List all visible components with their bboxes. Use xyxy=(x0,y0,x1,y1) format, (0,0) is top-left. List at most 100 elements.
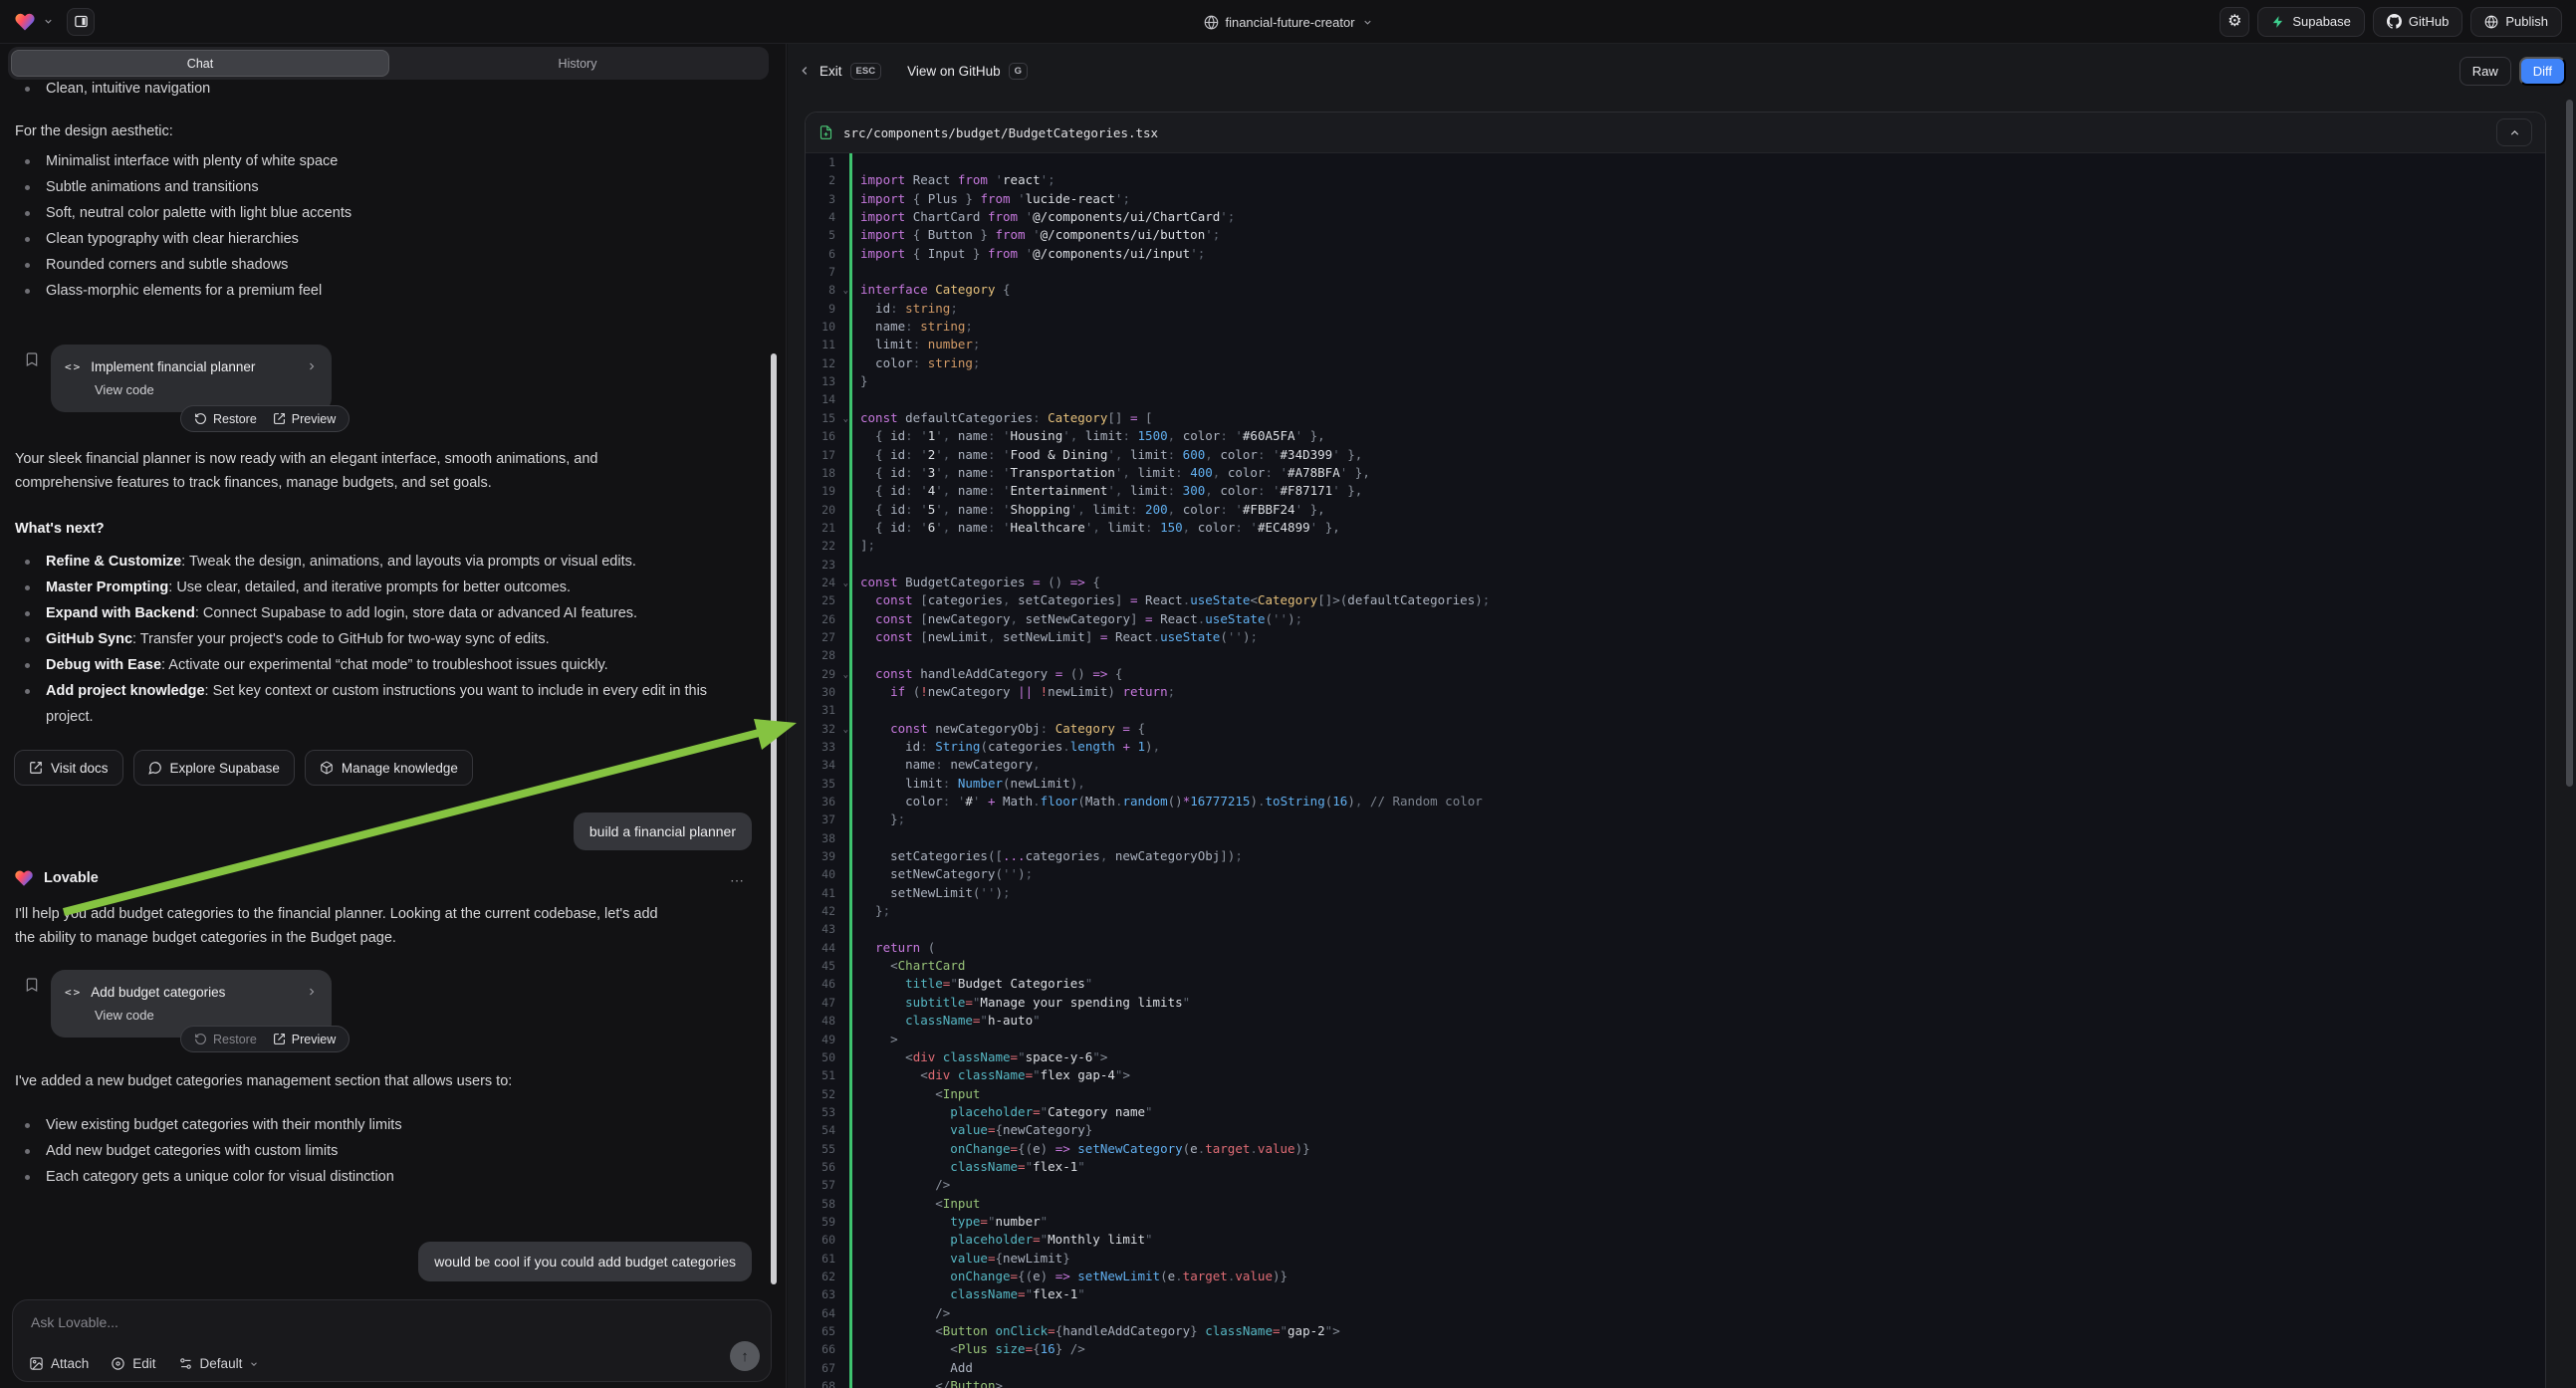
view-code-link[interactable]: View code xyxy=(95,382,318,397)
code-icon: <> xyxy=(65,360,82,373)
code-line: 59 type="number" xyxy=(806,1213,2545,1231)
list-item: Expand with Backend: Connect Supabase to… xyxy=(15,600,747,626)
composer: Attach Edit Default ↑ xyxy=(12,1299,772,1382)
restore-button[interactable]: Restore xyxy=(194,412,257,426)
fold-chevron-icon[interactable]: ⌄ xyxy=(843,282,848,300)
code-line: 32⌄ const newCategoryObj: Category = { xyxy=(806,720,2545,738)
code-line: 41 setNewLimit(''); xyxy=(806,884,2545,902)
github-button[interactable]: GitHub xyxy=(2373,7,2462,37)
gear-icon: ⚙ xyxy=(2227,14,2241,30)
code-line: 48 className="h-auto" xyxy=(806,1012,2545,1030)
tab-history[interactable]: History xyxy=(389,50,766,77)
code-line: 55 onChange={(e) => setNewCategory(e.tar… xyxy=(806,1140,2545,1158)
code-line: 45 <ChartCard xyxy=(806,957,2545,975)
code-line: 28 xyxy=(806,646,2545,664)
version-card-title: Add budget categories xyxy=(91,985,225,1000)
code-line: 34 name: newCategory, xyxy=(806,756,2545,774)
list-item: GitHub Sync: Transfer your project's cod… xyxy=(15,626,747,652)
package-icon xyxy=(320,761,334,775)
diff-button[interactable]: Diff xyxy=(2519,57,2566,86)
code-line: 10 name: string; xyxy=(806,318,2545,336)
fold-chevron-icon[interactable]: ⌄ xyxy=(843,575,848,592)
list-item: Add new budget categories with custom li… xyxy=(15,1138,752,1164)
code-line: 9 id: string; xyxy=(806,300,2545,318)
code-line: 50 <div className="space-y-6"> xyxy=(806,1048,2545,1066)
edit-mode-button[interactable]: Edit xyxy=(111,1356,155,1371)
code-line: 60 placeholder="Monthly limit" xyxy=(806,1231,2545,1249)
file-path: src/components/budget/BudgetCategories.t… xyxy=(843,125,1158,140)
chevron-right-icon xyxy=(306,360,318,372)
attach-button[interactable]: Attach xyxy=(29,1356,89,1371)
assistant-header: Lovable xyxy=(14,868,99,888)
view-code-link[interactable]: View code xyxy=(95,1008,318,1023)
chat-scrollbar[interactable] xyxy=(771,353,777,1284)
version-actions: Restore Preview xyxy=(180,1026,350,1052)
code-line: 38 xyxy=(806,829,2545,847)
code-line: 40 setNewCategory(''); xyxy=(806,865,2545,883)
code-line: 1 xyxy=(806,153,2545,171)
explore-supabase-button[interactable]: Explore Supabase xyxy=(133,750,295,786)
view-on-github-button[interactable]: View on GitHub G xyxy=(907,63,1028,80)
file-header[interactable]: src/components/budget/BudgetCategories.t… xyxy=(806,113,2545,153)
code-line: 56 className="flex-1" xyxy=(806,1158,2545,1176)
restore-button[interactable]: Restore xyxy=(194,1033,257,1046)
version-card-implement-planner[interactable]: <> Implement financial planner View code xyxy=(51,345,332,412)
assistant-paragraph: I'll help you add budget categories to t… xyxy=(15,902,777,950)
external-link-icon xyxy=(273,1033,286,1045)
chat-messages: Clean, intuitive navigation For the desi… xyxy=(0,80,786,1293)
supabase-bolt-icon xyxy=(2271,15,2285,29)
code-panel: Exit ESC View on GitHub G Raw Diff src/c… xyxy=(788,44,2576,1388)
code-scrollbar[interactable] xyxy=(2566,100,2573,787)
chat-bubble-icon xyxy=(148,761,162,775)
raw-button[interactable]: Raw xyxy=(2459,57,2511,86)
workspace-chevron-down-icon[interactable] xyxy=(43,16,54,27)
publish-button[interactable]: Publish xyxy=(2470,7,2562,37)
code-line: 42 }; xyxy=(806,902,2545,920)
message-more-button[interactable]: ⋯ xyxy=(730,872,746,889)
target-icon xyxy=(111,1356,125,1371)
manage-knowledge-button[interactable]: Manage knowledge xyxy=(305,750,473,786)
code-line: 19 { id: '4', name: 'Entertainment', lim… xyxy=(806,482,2545,500)
composer-toolbar: Attach Edit Default xyxy=(29,1356,259,1371)
fold-chevron-icon[interactable]: ⌄ xyxy=(843,721,848,739)
bookmark-icon[interactable] xyxy=(24,350,40,368)
code-line: 65 <Button onClick={handleAddCategory} c… xyxy=(806,1322,2545,1340)
preview-button[interactable]: Preview xyxy=(273,412,336,426)
fold-chevron-icon[interactable]: ⌄ xyxy=(843,410,848,428)
tab-chat[interactable]: Chat xyxy=(11,50,389,77)
preview-button[interactable]: Preview xyxy=(273,1033,336,1046)
globe-icon xyxy=(1203,15,1218,30)
chevron-down-icon xyxy=(249,1359,259,1369)
project-switcher[interactable]: financial-future-creator xyxy=(1203,0,1372,44)
code-line: 43 xyxy=(806,920,2545,938)
code-line: 46 title="Budget Categories" xyxy=(806,975,2545,993)
code-line: 39 setCategories([...categories, newCate… xyxy=(806,847,2545,865)
send-button[interactable]: ↑ xyxy=(730,1341,760,1371)
code-line: 26 const [newCategory, setNewCategory] =… xyxy=(806,610,2545,628)
lovable-logo-icon[interactable] xyxy=(14,11,36,33)
settings-button[interactable]: ⚙ xyxy=(2220,7,2249,37)
collapse-file-button[interactable] xyxy=(2496,118,2532,146)
sidebar-toggle-button[interactable] xyxy=(67,8,95,36)
visit-docs-button[interactable]: Visit docs xyxy=(14,750,123,786)
code-line: 31 xyxy=(806,701,2545,719)
supabase-button[interactable]: Supabase xyxy=(2257,7,2365,37)
list-item: Glass-morphic elements for a premium fee… xyxy=(15,278,752,304)
code-line: 66 <Plus size={16} /> xyxy=(806,1340,2545,1358)
code-line: 2import React from 'react'; xyxy=(806,171,2545,189)
assistant-name: Lovable xyxy=(44,870,99,886)
code-icon: <> xyxy=(65,986,82,999)
external-link-icon xyxy=(29,761,43,775)
code-line: 62 onChange={(e) => setNewLimit(e.target… xyxy=(806,1268,2545,1285)
chevron-left-icon xyxy=(798,64,812,78)
fold-chevron-icon[interactable]: ⌄ xyxy=(843,666,848,684)
code-line: 3import { Plus } from 'lucide-react'; xyxy=(806,190,2545,208)
mode-selector[interactable]: Default xyxy=(178,1356,260,1371)
code-line: 5import { Button } from '@/components/ui… xyxy=(806,226,2545,244)
bookmark-icon[interactable] xyxy=(24,976,40,994)
code-line: 64 /> xyxy=(806,1304,2545,1322)
chat-input[interactable] xyxy=(31,1314,628,1330)
code-line: 53 placeholder="Category name" xyxy=(806,1103,2545,1121)
exit-button[interactable]: Exit ESC xyxy=(798,63,881,80)
version-actions: Restore Preview xyxy=(180,405,350,432)
